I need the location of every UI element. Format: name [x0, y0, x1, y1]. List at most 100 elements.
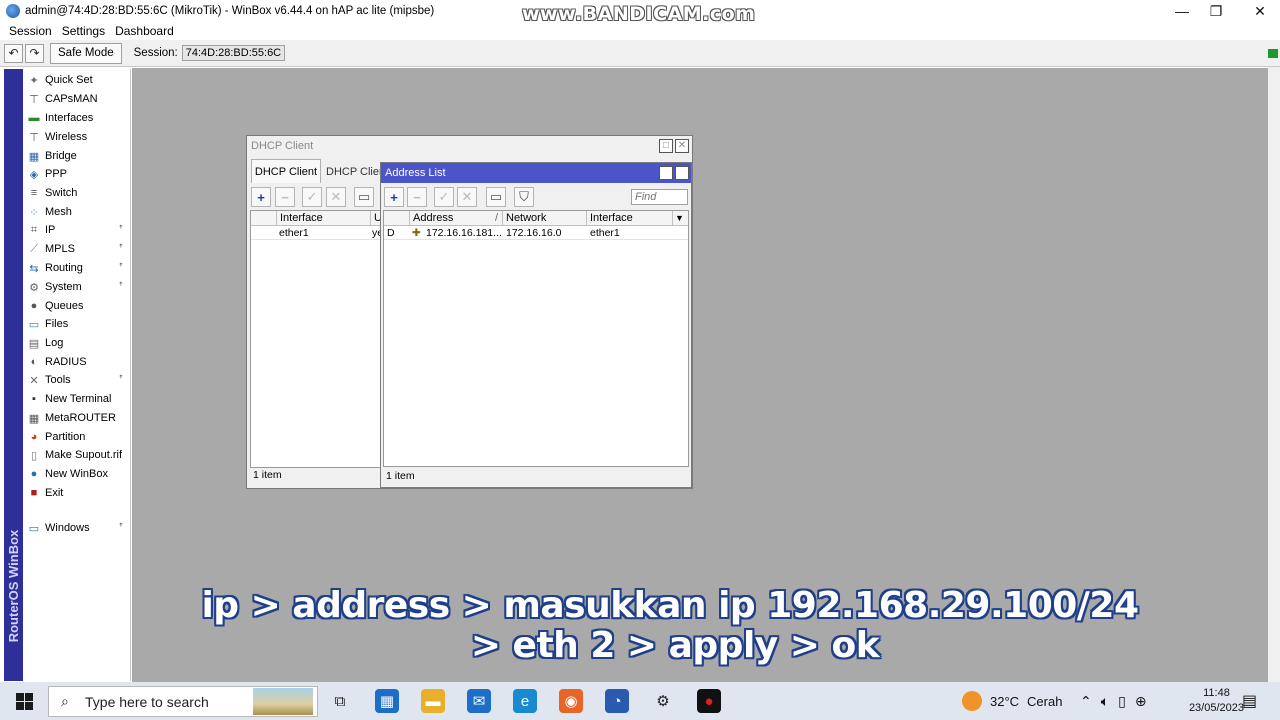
- notifications-icon[interactable]: ▤: [1242, 682, 1257, 720]
- firefox-icon[interactable]: ◉: [559, 689, 583, 713]
- sort-indicator: /: [494, 212, 498, 224]
- sidebar-item-label: PPP: [45, 168, 68, 180]
- submenu-arrow-icon: ꜛ: [118, 375, 124, 385]
- table-row[interactable]: D ✚ 172.16.16.181... 172.16.16.0 ether1: [384, 226, 688, 240]
- filter-button[interactable]: ⛉: [514, 187, 534, 207]
- radius-icon: ◐: [30, 356, 38, 368]
- sidebar-item-partition[interactable]: ◕ Partition: [23, 428, 129, 446]
- submenu-arrow-icon: ꜛ: [118, 225, 124, 235]
- sidebar-item-routing[interactable]: ⇆ Routing ꜛ: [23, 259, 129, 277]
- address-list-window: Address List □ ✕ + − ✓ ✕ ▭ ⛉ Address / N…: [380, 162, 692, 488]
- winbox-taskbar-icon[interactable]: ◔: [605, 689, 629, 713]
- address-maximize-button[interactable]: □: [659, 166, 673, 180]
- address-close-button[interactable]: ✕: [675, 166, 689, 180]
- address-remove-button[interactable]: −: [407, 187, 427, 207]
- sidebar-item-ppp[interactable]: ◈ PPP: [23, 165, 129, 183]
- system-icon: ⚙: [29, 281, 39, 294]
- address-table-header: Address / Network Interface ▼: [384, 211, 688, 226]
- weather-widget[interactable]: 32°C Cerah: [962, 682, 1062, 720]
- battery-icon[interactable]: ▯: [1118, 693, 1126, 710]
- window-title: admin@74:4D:28:BD:55:6C (MikroTik) - Win…: [25, 5, 435, 17]
- menu-session[interactable]: Session: [4, 24, 57, 38]
- sidebar-item-radius[interactable]: ◐ RADIUS: [23, 353, 129, 371]
- sidebar-item-log[interactable]: ▤ Log: [23, 334, 129, 352]
- sidebar-item-label: Log: [45, 337, 64, 349]
- dhcp-comment-button[interactable]: ▭: [354, 187, 374, 207]
- clock[interactable]: 11:48 23/05/2023: [1189, 686, 1244, 716]
- address-comment-button[interactable]: ▭: [486, 187, 506, 207]
- sidebar-item-make-supout-rif[interactable]: ▯ Make Supout.rif: [23, 446, 129, 464]
- undo-button[interactable]: ↶: [4, 43, 23, 63]
- table-row[interactable]: ether1 ye: [251, 226, 381, 240]
- col-interface[interactable]: Interface: [587, 211, 673, 226]
- dhcp-remove-button[interactable]: −: [275, 187, 295, 207]
- dhcp-client-table: Interface U ether1 ye: [250, 210, 382, 468]
- tab-dhcp-client[interactable]: DHCP Client: [251, 159, 321, 183]
- task-view-icon[interactable]: ⧉: [328, 689, 352, 713]
- safe-mode-button[interactable]: Safe Mode: [50, 42, 122, 64]
- bandicam-icon[interactable]: ●: [697, 689, 721, 713]
- sidebar-item-switch[interactable]: ≡ Switch: [23, 184, 129, 202]
- search-icon: ⌕: [61, 693, 69, 709]
- sidebar-item-new-winbox[interactable]: ● New WinBox: [23, 465, 129, 483]
- sidebar-item-ip[interactable]: ⌗ IP ꜛ: [23, 221, 129, 239]
- col-network[interactable]: Network: [503, 211, 587, 226]
- sidebar-item-mpls[interactable]: ⟋ MPLS ꜛ: [23, 240, 129, 258]
- col-interface[interactable]: Interface: [277, 211, 371, 226]
- sidebar-item-label: Routing: [45, 262, 83, 274]
- file-explorer-icon[interactable]: ▬: [421, 689, 445, 713]
- sidebar-item-metarouter[interactable]: ▦ MetaROUTER: [23, 409, 129, 427]
- columns-dropdown-button[interactable]: ▼: [673, 211, 688, 226]
- maximize-button[interactable]: ❐: [1196, 0, 1236, 22]
- sidebar-item-label: Interfaces: [45, 112, 94, 124]
- ip-icon: ⌗: [30, 223, 38, 236]
- dhcp-disable-button[interactable]: ✕: [326, 187, 346, 207]
- address-disable-button[interactable]: ✕: [457, 187, 477, 207]
- settings-icon[interactable]: ⚙: [651, 689, 675, 713]
- sidebar-item-tools[interactable]: ✕ Tools ꜛ: [23, 371, 129, 389]
- sidebar-item-label: Partition: [45, 431, 86, 443]
- redo-button[interactable]: ↷: [25, 43, 44, 63]
- menu-dashboard[interactable]: Dashboard: [110, 24, 179, 38]
- address-list-titlebar[interactable]: Address List □ ✕: [381, 163, 691, 183]
- dhcp-close-button[interactable]: ✕: [675, 139, 689, 153]
- dhcp-client-title: DHCP Client: [251, 140, 314, 152]
- taskbar-search-box[interactable]: ⌕ Type here to search: [48, 686, 318, 717]
- sidebar-item-capsman[interactable]: ⊤ CAPsMAN: [23, 90, 129, 108]
- tab-dhcp-client-options[interactable]: DHCP Client Options: [323, 161, 383, 183]
- sidebar-item-system[interactable]: ⚙ System ꜛ: [23, 278, 129, 296]
- microsoft-store-icon[interactable]: ▦: [375, 689, 399, 713]
- address-add-button[interactable]: +: [384, 187, 404, 207]
- sidebar-item-queues[interactable]: ● Queues: [23, 297, 129, 315]
- sidebar-item-interfaces[interactable]: ▬ Interfaces: [23, 109, 129, 127]
- undo-icon: ↶: [8, 46, 19, 60]
- volume-icon[interactable]: 🔈︎: [1101, 693, 1109, 710]
- menu-settings[interactable]: Settings: [57, 24, 110, 38]
- sidebar-item-mesh[interactable]: ⁘ Mesh: [23, 203, 129, 221]
- sidebar-item-bridge[interactable]: ▦ Bridge: [23, 147, 129, 165]
- dhcp-maximize-button[interactable]: □: [659, 139, 673, 153]
- subtitle-line-1: ip > address > masukkan ip 192.168.29.10…: [201, 585, 1139, 626]
- dhcp-enable-button[interactable]: ✓: [302, 187, 322, 207]
- status-indicator: [1268, 49, 1278, 58]
- sidebar-item-new-terminal[interactable]: ▪ New Terminal: [23, 390, 129, 408]
- windows-start-icon[interactable]: [16, 693, 33, 710]
- close-button[interactable]: ✕: [1240, 0, 1280, 22]
- mail-icon[interactable]: ✉: [467, 689, 491, 713]
- address-enable-button[interactable]: ✓: [434, 187, 454, 207]
- sidebar-item-quick-set[interactable]: ✦ Quick Set: [23, 71, 129, 89]
- weather-sun-icon: [962, 691, 982, 711]
- sidebar-item-windows[interactable]: ▭ Windows ꜛ: [23, 519, 129, 537]
- sidebar-item-files[interactable]: ▭ Files: [23, 315, 129, 333]
- col-address[interactable]: Address /: [410, 211, 503, 226]
- find-input[interactable]: [631, 189, 688, 205]
- windows-menu-icon: ▭: [28, 522, 40, 535]
- network-globe-icon[interactable]: ⊕: [1135, 693, 1147, 710]
- sidebar-item-wireless[interactable]: ⊤ Wireless: [23, 128, 129, 146]
- sidebar-item-exit[interactable]: ■ Exit: [23, 484, 129, 502]
- dhcp-add-button[interactable]: +: [251, 187, 271, 207]
- dhcp-client-titlebar[interactable]: DHCP Client □ ✕: [247, 136, 692, 156]
- search-highlight-image: [253, 688, 313, 715]
- tray-overflow-icon[interactable]: ⌃: [1080, 693, 1092, 710]
- edge-icon[interactable]: e: [513, 689, 537, 713]
